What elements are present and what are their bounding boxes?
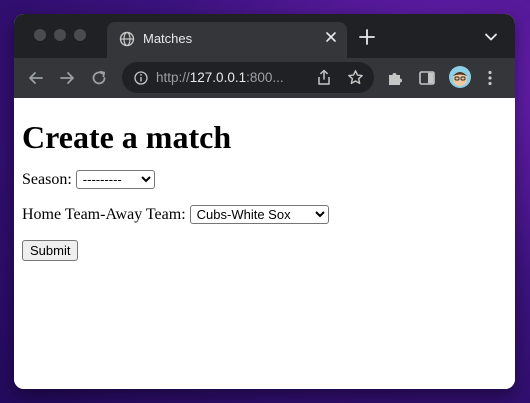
teams-row: Home Team-Away Team: Cubs-White Sox (22, 205, 507, 224)
season-row: Season: --------- (22, 170, 507, 189)
close-window-button[interactable] (34, 29, 46, 41)
profile-avatar[interactable] (449, 66, 471, 88)
browser-window: Matches http://127.0.0.1:800... Create a… (14, 14, 515, 389)
forward-arrow-icon[interactable] (57, 68, 77, 88)
star-bookmark-icon[interactable] (347, 69, 364, 86)
tab-title: Matches (143, 31, 193, 46)
globe-icon (119, 31, 135, 47)
chevron-down-icon[interactable] (484, 30, 498, 44)
tab-matches[interactable]: Matches (107, 22, 347, 58)
kebab-menu-icon[interactable] (486, 69, 494, 87)
address-bar[interactable]: http://127.0.0.1:800... (122, 62, 374, 93)
avatar-face-icon (453, 72, 467, 86)
teams-label: Home Team-Away Team: (22, 205, 186, 223)
url-text: http://127.0.0.1:800... (156, 70, 284, 85)
close-tab-icon[interactable] (323, 29, 339, 45)
info-icon[interactable] (134, 71, 148, 85)
maximize-window-button[interactable] (74, 29, 86, 41)
new-tab-icon[interactable] (358, 28, 376, 46)
teams-select[interactable]: Cubs-White Sox (189, 205, 329, 224)
season-label: Season: (22, 170, 72, 188)
season-select[interactable]: --------- (75, 170, 155, 189)
back-arrow-icon[interactable] (26, 68, 46, 88)
minimize-window-button[interactable] (54, 29, 66, 41)
submit-button[interactable]: Submit (22, 240, 79, 261)
extensions-puzzle-icon[interactable] (386, 69, 404, 87)
share-icon[interactable] (316, 69, 332, 86)
side-panel-icon[interactable] (418, 69, 436, 87)
browser-toolbar: http://127.0.0.1:800... (14, 58, 515, 98)
page-content: Create a match Season: --------- Home Te… (14, 98, 515, 389)
page-title: Create a match (22, 119, 232, 155)
reload-icon[interactable] (89, 68, 109, 88)
tab-strip: Matches (14, 14, 515, 58)
